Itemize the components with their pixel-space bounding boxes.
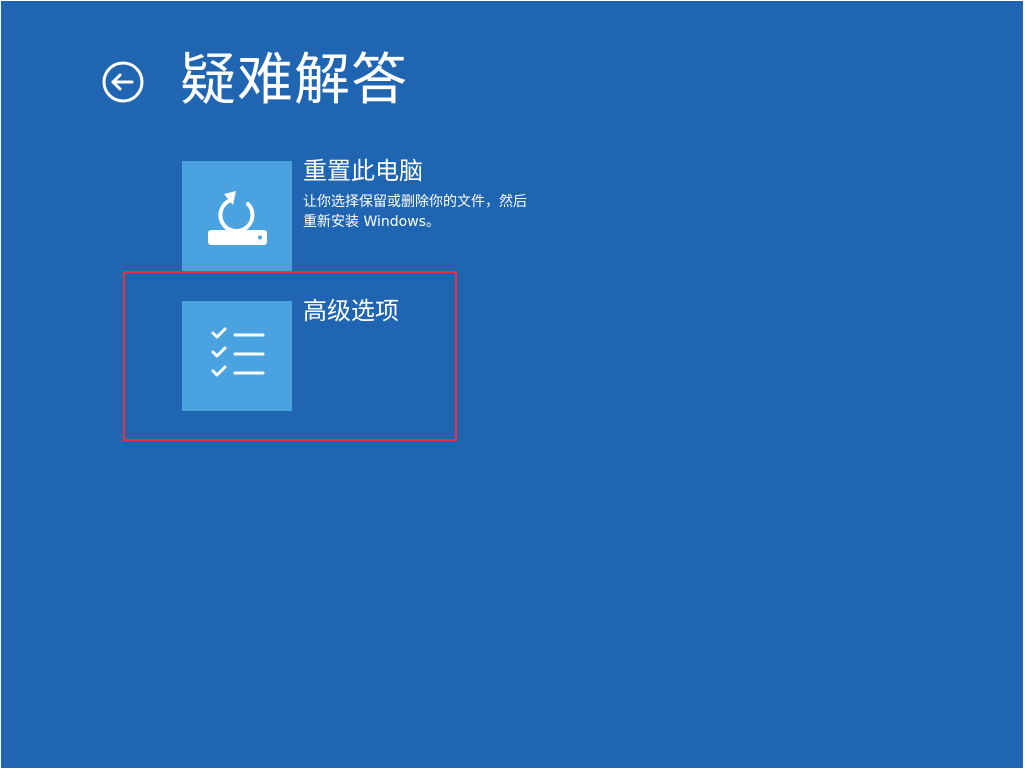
- reset-pc-icon: [208, 191, 267, 245]
- reset-pc-description-line: 让你选择保留或删除你的文件，然后: [303, 194, 527, 210]
- back-arrow-icon: [102, 61, 144, 103]
- reset-pc-description-line: 重新安装 Windows。: [303, 214, 440, 230]
- page-title: 疑难解答: [180, 48, 408, 113]
- troubleshoot-screen: 疑难解答 重置此电脑 让你选择保留或删除你的文件，然后 重新安装 Windows…: [1, 1, 1023, 768]
- selection-highlight: [123, 271, 457, 441]
- back-button[interactable]: [101, 60, 145, 104]
- reset-pc-title: 重置此电脑: [303, 157, 423, 185]
- reset-pc-tile[interactable]: [182, 161, 292, 271]
- reset-pc-description: 让你选择保留或删除你的文件，然后 重新安装 Windows。: [303, 192, 563, 232]
